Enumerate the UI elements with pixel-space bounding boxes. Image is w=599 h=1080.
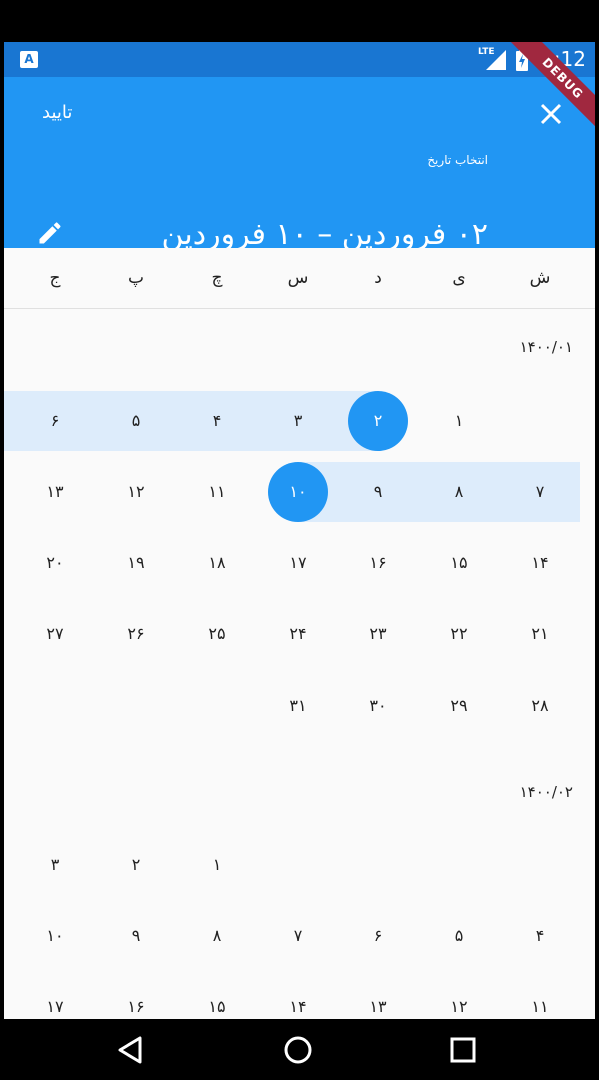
calendar-day[interactable]: ۹ — [96, 906, 176, 966]
calendar-day[interactable]: ۲۵ — [177, 604, 257, 664]
select-date-label: انتخاب تاریخ — [427, 153, 488, 167]
calendar-day[interactable]: ۲۳ — [338, 604, 418, 664]
calendar-day[interactable]: ۳ — [15, 835, 95, 895]
close-icon[interactable] — [536, 99, 566, 129]
calendar-day[interactable]: ۱۶ — [338, 533, 418, 593]
weekday-label: ج — [49, 268, 61, 288]
edit-pencil-icon[interactable] — [36, 219, 64, 247]
calendar-day[interactable]: ۷ — [500, 462, 580, 522]
app-screen: A LTE 2:12 تایید انتخاب تاریخ ۰۲ فروردین… — [4, 42, 595, 1019]
calendar-day[interactable]: ۸ — [419, 462, 499, 522]
calendar-day[interactable]: ۲۷ — [15, 604, 95, 664]
calendar-day[interactable]: ۱۵ — [177, 977, 257, 1019]
calendar-day[interactable]: ۱۰ — [258, 462, 338, 522]
calendar-day[interactable]: ۸ — [177, 906, 257, 966]
calendar-day[interactable]: ۱۳ — [15, 462, 95, 522]
calendar-day[interactable]: ۲۱ — [500, 604, 580, 664]
calendar-day[interactable]: ۱۴ — [258, 977, 338, 1019]
calendar-day[interactable]: ۴ — [177, 391, 257, 451]
status-bar: A LTE 2:12 — [4, 42, 595, 77]
signal-icon — [486, 50, 506, 70]
app-notification-icon: A — [20, 51, 38, 68]
calendar-day[interactable]: ۱۷ — [258, 533, 338, 593]
confirm-button[interactable]: تایید — [42, 102, 72, 123]
calendar-day[interactable]: ۴ — [500, 906, 580, 966]
calendar-day[interactable]: ۳ — [258, 391, 338, 451]
selected-range-title: ۰۲ فروردین – ۱۰ فروردین — [161, 217, 488, 252]
calendar-day[interactable]: ۲ — [96, 835, 176, 895]
calendar-day[interactable]: ۱۲ — [419, 977, 499, 1019]
calendar-day[interactable]: ۱۹ — [96, 533, 176, 593]
weekday-header: شیدسچپج — [4, 248, 595, 309]
calendar-day[interactable]: ۱۴ — [500, 533, 580, 593]
calendar-day[interactable]: ۱۱ — [500, 977, 580, 1019]
date-range-header: تایید انتخاب تاریخ ۰۲ فروردین – ۱۰ فرورد… — [4, 77, 595, 252]
calendar-day[interactable]: ۱۶ — [96, 977, 176, 1019]
calendar-day[interactable]: ۲۴ — [258, 604, 338, 664]
calendar-day[interactable]: ۲۲ — [419, 604, 499, 664]
calendar-day[interactable]: ۲۸ — [500, 676, 580, 736]
calendar-day[interactable]: ۳۰ — [338, 676, 418, 736]
weekday-label: ش — [529, 268, 551, 288]
calendar-day[interactable]: ۱ — [419, 391, 499, 451]
navigation-bar — [0, 1019, 599, 1080]
calendar-day[interactable]: ۲۰ — [15, 533, 95, 593]
recents-icon[interactable] — [446, 1033, 480, 1067]
calendar-day[interactable]: ۲۶ — [96, 604, 176, 664]
calendar-day[interactable]: ۶ — [338, 906, 418, 966]
month-label: ۱۴۰۰/۰۱ — [519, 338, 573, 356]
weekday-label: چ — [211, 268, 223, 288]
calendar-day[interactable]: ۲۹ — [419, 676, 499, 736]
calendar-day[interactable]: ۱۷ — [15, 977, 95, 1019]
top-black-bar — [0, 0, 599, 42]
calendar-day[interactable]: ۱ — [177, 835, 257, 895]
calendar-day[interactable]: ۱۲ — [96, 462, 176, 522]
calendar-day[interactable]: ۱۳ — [338, 977, 418, 1019]
weekday-label: د — [374, 268, 382, 288]
weekday-label: پ — [127, 268, 144, 288]
calendar-day[interactable]: ۱۰ — [15, 906, 95, 966]
weekday-label: ی — [452, 268, 466, 288]
calendar-day[interactable]: ۱۸ — [177, 533, 257, 593]
calendar-day[interactable]: ۵ — [419, 906, 499, 966]
calendar-day[interactable]: ۱۵ — [419, 533, 499, 593]
calendar-day[interactable]: ۲ — [338, 391, 418, 451]
calendar-day[interactable]: ۱۱ — [177, 462, 257, 522]
calendar-day[interactable]: ۳۱ — [258, 676, 338, 736]
month-label: ۱۴۰۰/۰۲ — [519, 783, 573, 801]
home-icon[interactable] — [281, 1033, 315, 1067]
calendar-day[interactable]: ۵ — [96, 391, 176, 451]
calendar-day[interactable]: ۶ — [15, 391, 95, 451]
calendar-day[interactable]: ۷ — [258, 906, 338, 966]
back-icon[interactable] — [114, 1033, 148, 1067]
weekday-label: س — [287, 268, 309, 288]
calendar-day[interactable]: ۹ — [338, 462, 418, 522]
